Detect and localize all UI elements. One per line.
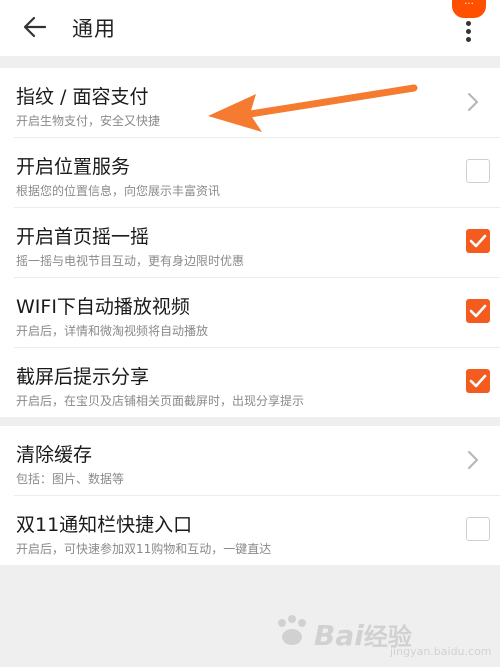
arrow-left-icon (23, 16, 47, 38)
setting-title: 双11通知栏快捷入口 (16, 514, 193, 536)
watermark: Bai经验 jingyan.baidu.com (270, 605, 492, 661)
setting-title: 指纹 / 面容支付 (16, 86, 149, 108)
settings-group-general: 指纹 / 面容支付 开启生物支付，安全又快捷 开启位置服务 根据您的位置信息，向… (0, 68, 500, 417)
setting-row-clear-cache[interactable]: 清除缓存 包括：图片、数据等 (14, 426, 500, 496)
chevron-right-icon (468, 451, 478, 469)
top-bar: 通用 ··· (0, 0, 500, 56)
setting-subtitle: 根据您的位置信息，向您展示丰富资讯 (16, 184, 221, 198)
setting-title: 截屏后提示分享 (16, 366, 150, 388)
more-options-button[interactable] (458, 10, 480, 46)
setting-subtitle: 开启后，可快速参加双11购物和互动，一键直达 (16, 542, 272, 556)
setting-subtitle: 摇一摇与电视节目互动，更有身边限时优惠 (16, 254, 245, 268)
setting-row-biometric-pay[interactable]: 指纹 / 面容支付 开启生物支付，安全又快捷 (14, 68, 500, 138)
checkmark-icon (469, 374, 487, 388)
watermark-url: jingyan.baidu.com (390, 645, 492, 658)
setting-row-shake[interactable]: 开启首页摇一摇 摇一摇与电视节目互动，更有身边限时优惠 (14, 208, 500, 278)
paw-logo-icon (278, 615, 306, 645)
setting-subtitle: 开启后，在宝贝及店铺相关页面截屏时，出现分享提示 (16, 394, 305, 408)
setting-row-screenshot-share[interactable]: 截屏后提示分享 开启后，在宝贝及店铺相关页面截屏时，出现分享提示 (14, 348, 500, 417)
back-button[interactable] (18, 10, 54, 46)
settings-group-storage: 清除缓存 包括：图片、数据等 双11通知栏快捷入口 开启后，可快速参加双11购物… (0, 426, 500, 565)
setting-row-location[interactable]: 开启位置服务 根据您的位置信息，向您展示丰富资讯 (14, 138, 500, 208)
settings-screen: 通用 ··· 指纹 / 面容支付 开启生物支付，安全又快捷 开启位置服务 根据您… (0, 0, 500, 667)
setting-title: WIFI下自动播放视频 (16, 296, 190, 318)
setting-title: 开启首页摇一摇 (16, 226, 150, 248)
setting-title: 开启位置服务 (16, 156, 131, 178)
setting-subtitle: 开启后，详情和微淘视频将自动播放 (16, 324, 209, 338)
screenshot-share-checkbox[interactable] (466, 369, 490, 393)
setting-row-double11-shortcut[interactable]: 双11通知栏快捷入口 开启后，可快速参加双11购物和互动，一键直达 (14, 496, 500, 565)
wifi-autoplay-checkbox[interactable] (466, 299, 490, 323)
setting-subtitle: 开启生物支付，安全又快捷 (16, 114, 161, 128)
checkmark-icon (469, 304, 487, 318)
shake-checkbox[interactable] (466, 229, 490, 253)
checkmark-icon (469, 234, 487, 248)
setting-row-wifi-autoplay[interactable]: WIFI下自动播放视频 开启后，详情和微淘视频将自动播放 (14, 278, 500, 348)
page-title: 通用 (72, 17, 116, 41)
setting-subtitle: 包括：图片、数据等 (16, 472, 125, 486)
chevron-right-icon (468, 93, 478, 111)
double11-shortcut-checkbox[interactable] (466, 517, 490, 541)
setting-title: 清除缓存 (16, 444, 93, 466)
location-checkbox[interactable] (466, 159, 490, 183)
